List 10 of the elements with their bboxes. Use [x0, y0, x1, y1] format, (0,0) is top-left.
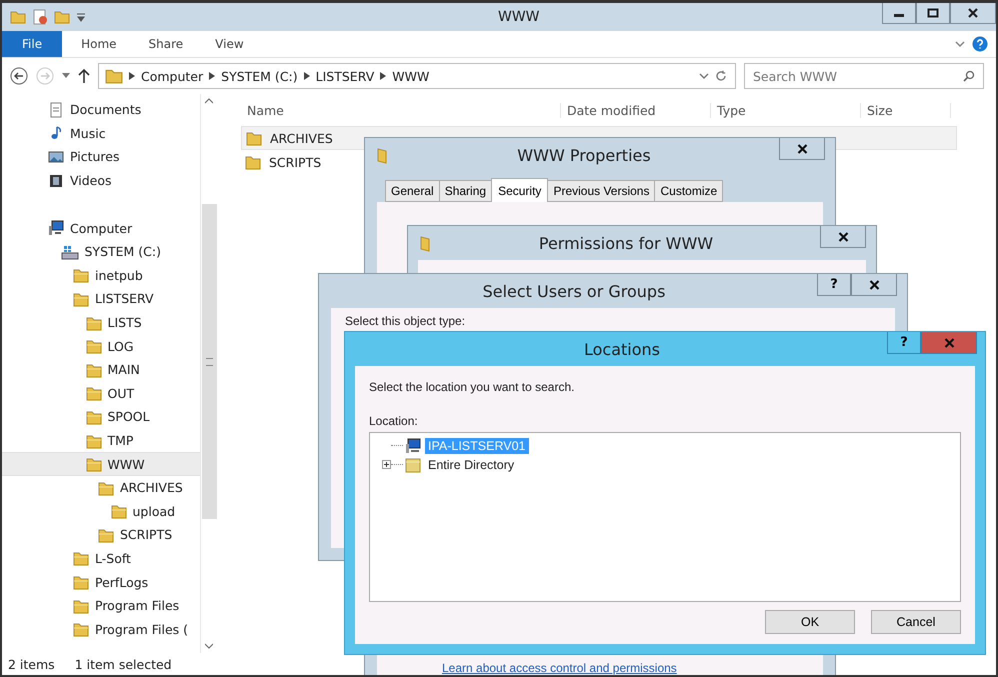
dialog-title: Permissions for WWW	[538, 234, 714, 252]
dialog-title: Select Users or Groups	[482, 282, 666, 300]
instruction-text: Select the location you want to search.	[369, 380, 576, 394]
selection-count: 1 item selected	[74, 656, 172, 672]
item-count: 2 items	[8, 656, 55, 672]
field-label: Location:	[369, 414, 419, 428]
window-title: WWW	[497, 9, 541, 25]
field-label: Select this object type:	[345, 314, 466, 328]
dialog-title: Locations	[582, 340, 661, 358]
dialog-title: WWW Properties	[516, 146, 652, 164]
